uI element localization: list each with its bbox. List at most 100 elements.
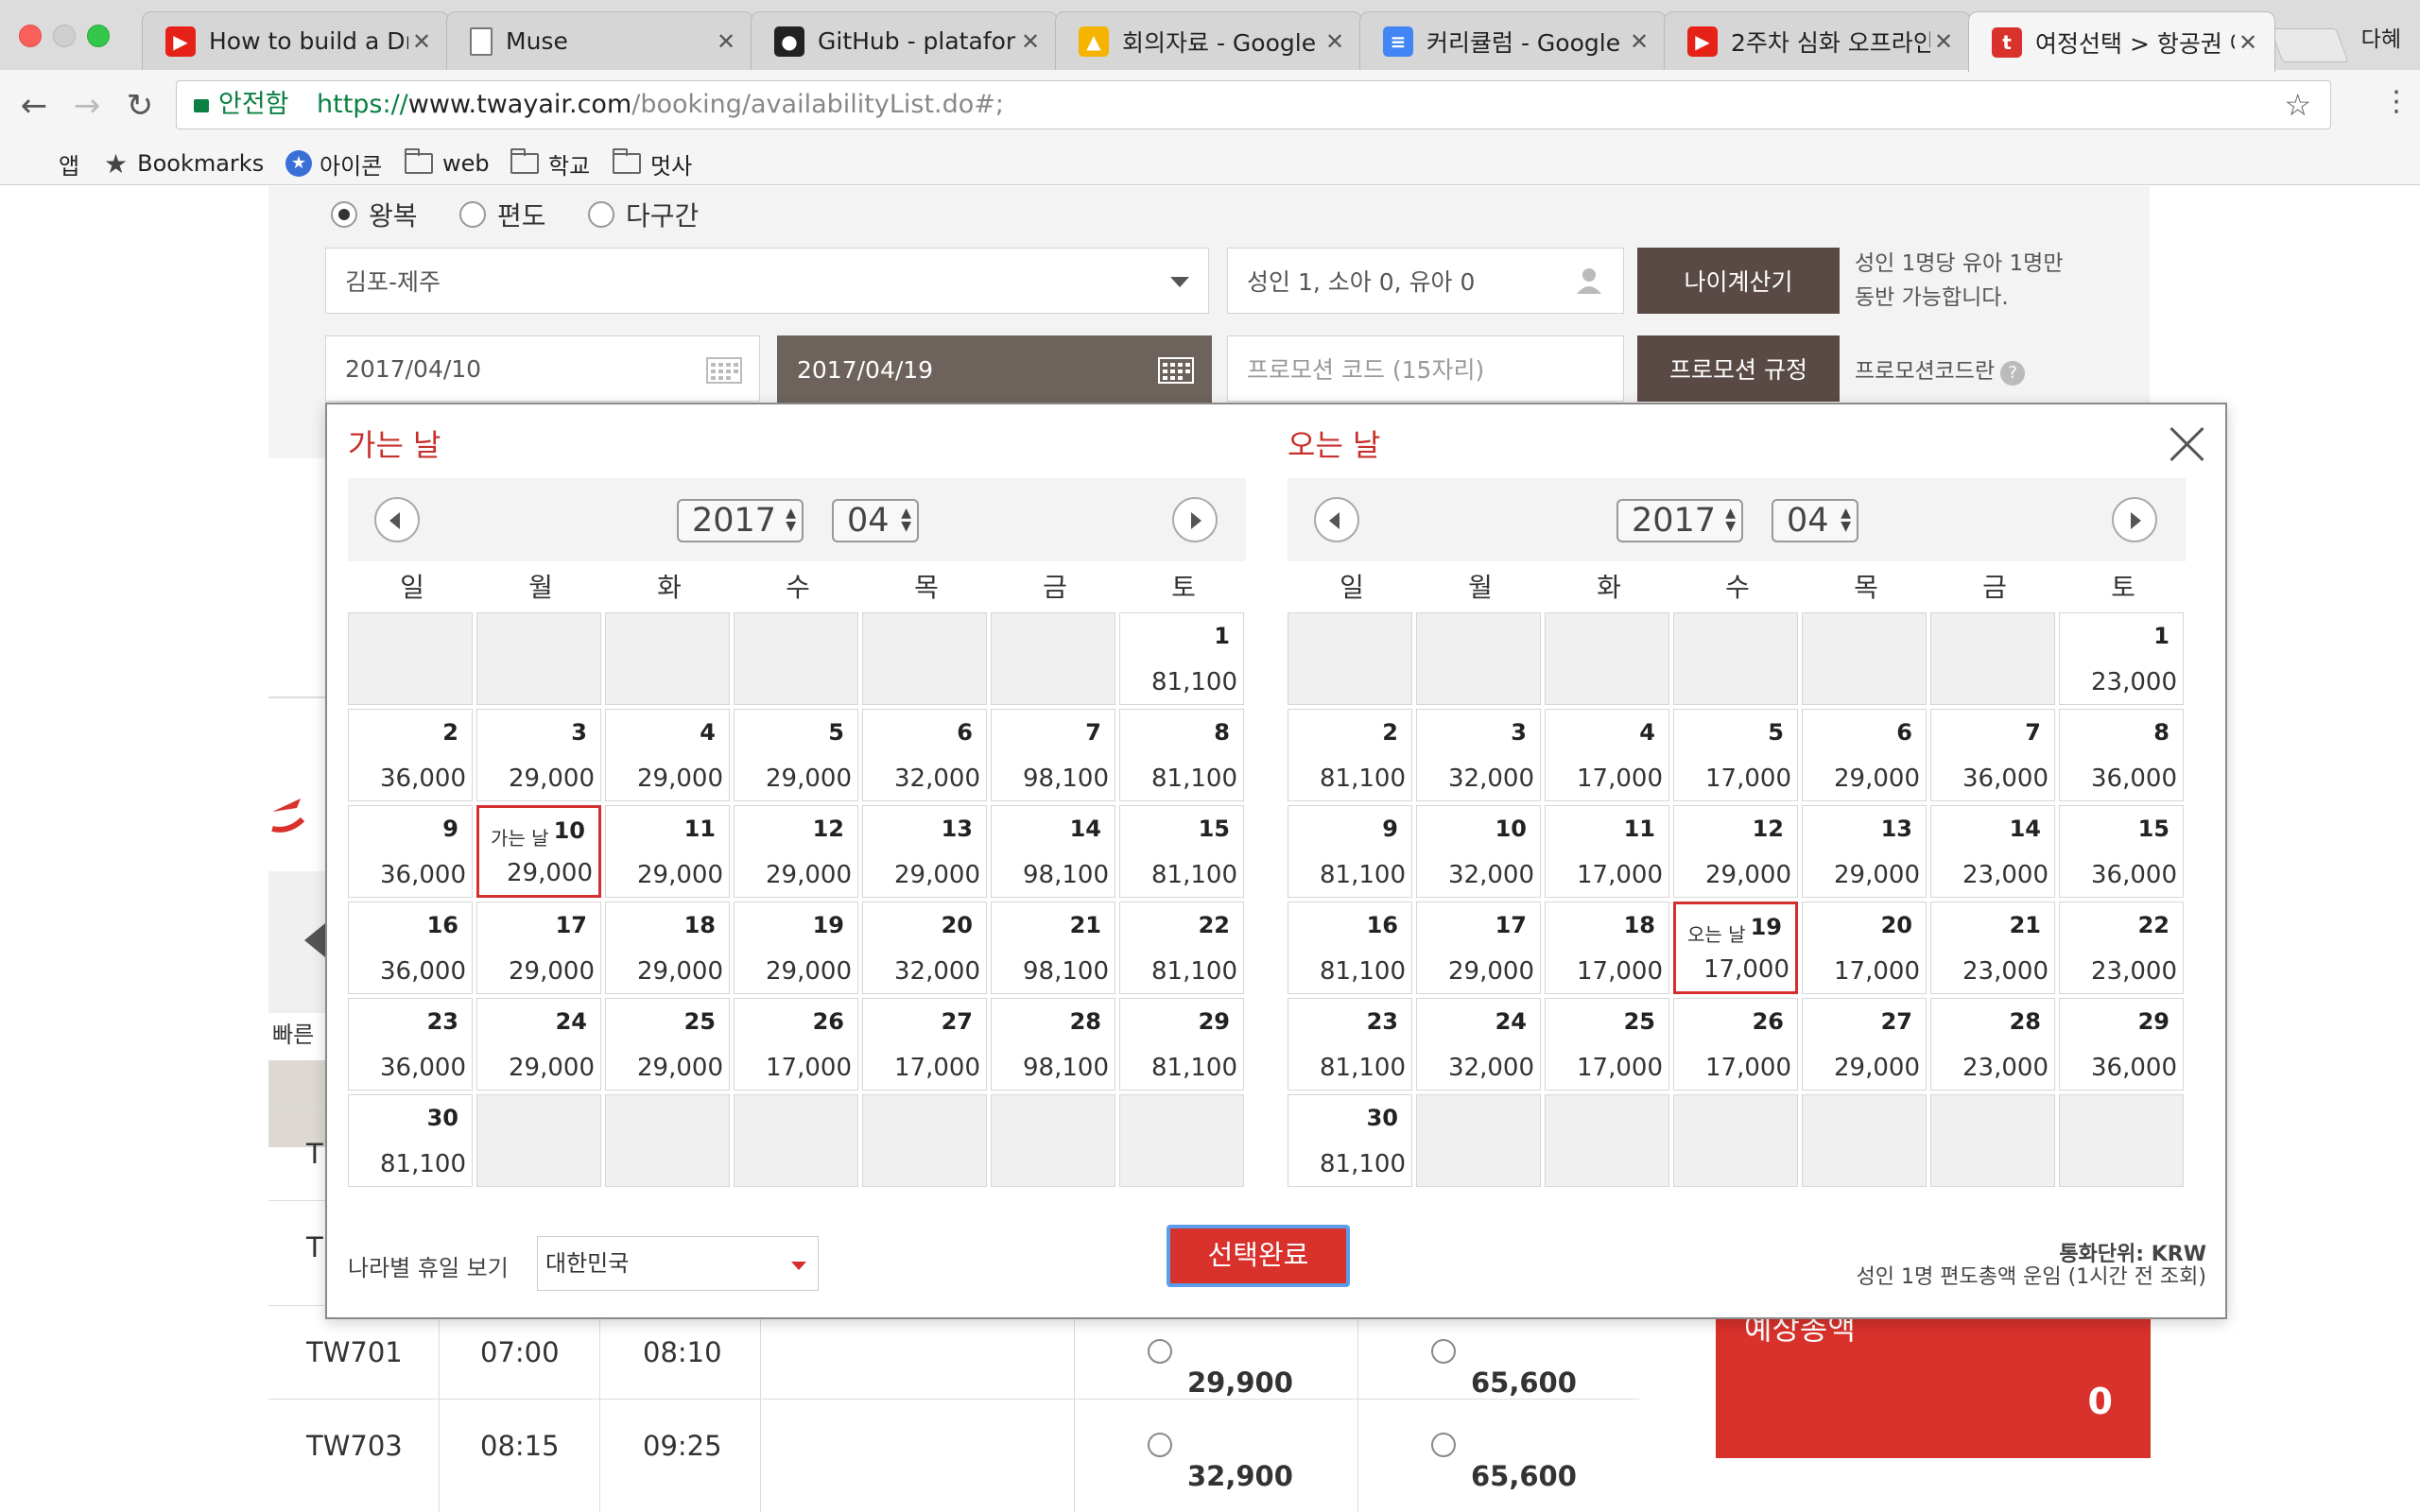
passenger-field[interactable]: 성인 1, 소아 0, 유아 0 [1227, 248, 1624, 314]
calendar-day[interactable]: 23 81,100 [1288, 998, 1412, 1091]
close-tab-icon[interactable]: ✕ [2235, 29, 2261, 56]
holiday-country-select[interactable]: 대한민국 [537, 1236, 819, 1291]
browser-tab[interactable]: Muse ✕ [446, 11, 753, 70]
calendar-day[interactable]: 19 29,000 [734, 902, 858, 994]
reload-icon[interactable]: ↻ [119, 85, 161, 127]
close-tab-icon[interactable]: ✕ [1626, 28, 1652, 55]
calendar-day[interactable]: 28 98,100 [991, 998, 1115, 1091]
fare-option[interactable]: 32,900 [1148, 1430, 1293, 1492]
fare-option[interactable]: 29,900 [1148, 1336, 1293, 1399]
calendar-day[interactable]: 17 29,000 [1416, 902, 1541, 994]
address-bar[interactable]: 안전함 https://www.twayair.com/booking/avai… [176, 80, 2331, 129]
calendar-day[interactable]: 2 36,000 [348, 709, 473, 801]
prev-month-button[interactable] [374, 497, 420, 542]
fare-option[interactable]: 65,600 [1431, 1430, 1577, 1492]
calendar-day[interactable]: 14 23,000 [1930, 805, 2055, 898]
calendar-day[interactable]: 15 81,100 [1119, 805, 1244, 898]
fare-option[interactable]: 65,600 [1431, 1336, 1577, 1399]
browser-tab[interactable]: ▶ How to build a Drib✕ [142, 11, 449, 70]
calendar-day[interactable]: 29 81,100 [1119, 998, 1244, 1091]
bookmark-item[interactable]: 학교 [510, 142, 590, 185]
trip-type-radio[interactable]: 편도 [459, 196, 546, 233]
more-menu-icon[interactable]: ⋮ [2382, 85, 2411, 118]
route-select[interactable]: 김포-제주 [325, 248, 1209, 314]
calendar-day[interactable]: 6 29,000 [1802, 709, 1927, 801]
calendar-day[interactable]: 3 32,000 [1416, 709, 1541, 801]
calendar-day[interactable]: 9 36,000 [348, 805, 473, 898]
chevron-left-icon[interactable] [304, 923, 325, 957]
back-arrow-icon[interactable]: ← [13, 85, 55, 127]
calendar-day[interactable]: 12 29,000 [1673, 805, 1798, 898]
prev-month-button[interactable] [1314, 497, 1359, 542]
maximize-window-button[interactable] [87, 25, 110, 47]
calendar-day[interactable]: 30 81,100 [348, 1094, 473, 1187]
bookmark-item[interactable]: ★ Bookmarks [104, 142, 264, 185]
close-window-button[interactable] [19, 25, 42, 47]
forward-arrow-icon[interactable]: → [66, 85, 108, 127]
close-tab-icon[interactable]: ✕ [713, 28, 739, 55]
calendar-day[interactable]: 20 17,000 [1802, 902, 1927, 994]
month-select[interactable]: 04 ▲ ▼ [1772, 499, 1858, 542]
calendar-day[interactable]: 12 29,000 [734, 805, 858, 898]
bookmark-item[interactable]: ★ 아이콘 [285, 142, 382, 185]
calendar-day[interactable]: 26 17,000 [734, 998, 858, 1091]
bookmark-item[interactable]: 멋사 [613, 142, 692, 185]
calendar-day[interactable]: 6 32,000 [862, 709, 987, 801]
calendar-day[interactable]: 7 36,000 [1930, 709, 2055, 801]
calendar-day[interactable]: 11 29,000 [605, 805, 730, 898]
calendar-day[interactable]: 24 32,000 [1416, 998, 1541, 1091]
calendar-day[interactable]: 23 36,000 [348, 998, 473, 1091]
calendar-day[interactable]: 20 32,000 [862, 902, 987, 994]
calendar-day[interactable]: 13 29,000 [1802, 805, 1927, 898]
calendar-day[interactable]: 1 23,000 [2059, 612, 2184, 705]
calendar-day[interactable]: 21 98,100 [991, 902, 1115, 994]
profile-name[interactable]: 다혜 [2361, 21, 2401, 53]
calendar-day[interactable]: 가는 날 10 29,000 [476, 805, 601, 898]
calendar-day[interactable]: 16 81,100 [1288, 902, 1412, 994]
close-tab-icon[interactable]: ✕ [1930, 28, 1957, 55]
depart-date-field[interactable]: 2017/04/10 [325, 335, 760, 402]
calendar-day[interactable]: 13 29,000 [862, 805, 987, 898]
calendar-day[interactable]: 1 81,100 [1119, 612, 1244, 705]
calendar-day[interactable]: 18 17,000 [1545, 902, 1669, 994]
calendar-day[interactable]: 오는 날 19 17,000 [1673, 902, 1798, 994]
promo-help-link[interactable]: 프로모션코드란? [1855, 354, 2026, 388]
calendar-day[interactable]: 25 17,000 [1545, 998, 1669, 1091]
close-tab-icon[interactable]: ✕ [408, 28, 435, 55]
calendar-day[interactable]: 10 32,000 [1416, 805, 1541, 898]
year-select[interactable]: 2017 ▲ ▼ [677, 499, 804, 542]
secure-indicator[interactable]: 안전함 [194, 81, 289, 129]
calendar-day[interactable]: 27 17,000 [862, 998, 987, 1091]
calendar-day[interactable]: 4 29,000 [605, 709, 730, 801]
calendar-day[interactable]: 17 29,000 [476, 902, 601, 994]
calendar-day[interactable]: 24 29,000 [476, 998, 601, 1091]
calendar-day[interactable]: 22 23,000 [2059, 902, 2184, 994]
promo-code-input[interactable]: 프로모션 코드 (15자리) [1227, 335, 1624, 402]
next-month-button[interactable] [2112, 497, 2157, 542]
calendar-day[interactable]: 5 29,000 [734, 709, 858, 801]
browser-tab[interactable]: ▶ 2주차 심화 오프라인 ✕ [1664, 11, 1971, 70]
bookmark-item[interactable]: web [405, 142, 490, 185]
calendar-day[interactable]: 28 23,000 [1930, 998, 2055, 1091]
calendar-day[interactable]: 21 23,000 [1930, 902, 2055, 994]
calendar-day[interactable]: 27 29,000 [1802, 998, 1927, 1091]
close-icon[interactable] [2169, 425, 2206, 463]
calendar-day[interactable]: 7 98,100 [991, 709, 1115, 801]
minimize-window-button[interactable] [53, 25, 76, 47]
bookmark-item[interactable]: 앱 [25, 142, 79, 185]
calendar-day[interactable]: 16 36,000 [348, 902, 473, 994]
browser-tab[interactable]: t 여정선택 > 항공권 예 ✕ [1968, 11, 2275, 72]
calendar-day[interactable]: 2 81,100 [1288, 709, 1412, 801]
browser-tab[interactable]: ≡ 커리큘럼 - Google 문✕ [1359, 11, 1667, 70]
calendar-day[interactable]: 26 17,000 [1673, 998, 1798, 1091]
return-date-field[interactable]: 2017/04/19 [777, 335, 1212, 404]
trip-type-radio[interactable]: 왕복 [331, 196, 418, 233]
browser-tab[interactable]: ▲ 회의자료 - Google 드✕ [1055, 11, 1362, 70]
calendar-day[interactable]: 9 81,100 [1288, 805, 1412, 898]
browser-tab[interactable]: ● GitHub - plataform ✕ [751, 11, 1058, 70]
calendar-day[interactable]: 8 36,000 [2059, 709, 2184, 801]
calendar-day[interactable]: 5 17,000 [1673, 709, 1798, 801]
month-select[interactable]: 04 ▲ ▼ [832, 499, 919, 542]
age-calculator-button[interactable]: 나이계산기 [1637, 248, 1840, 314]
calendar-day[interactable]: 29 36,000 [2059, 998, 2184, 1091]
